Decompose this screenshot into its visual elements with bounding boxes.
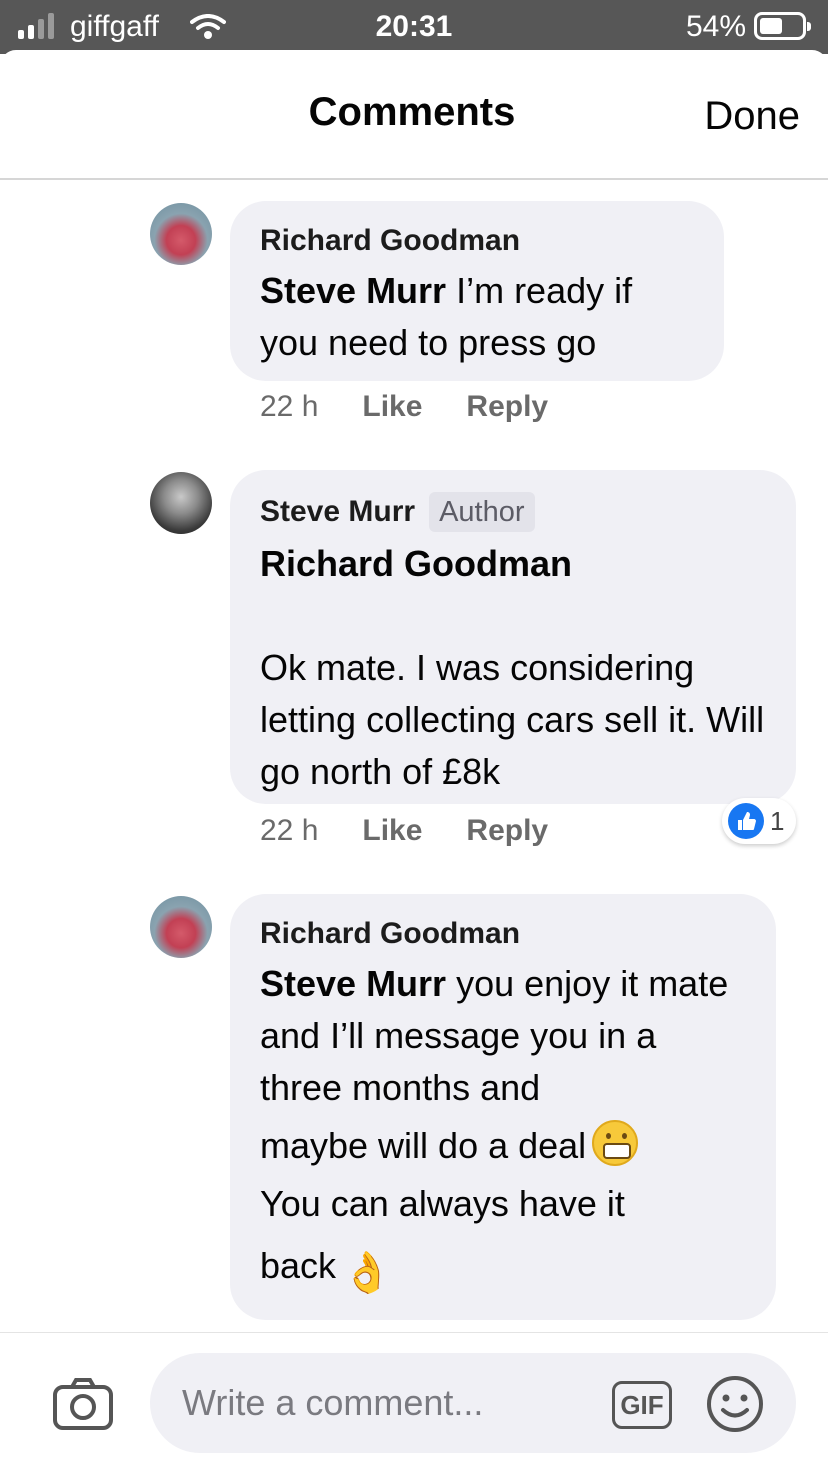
reaction-count: 1: [770, 805, 785, 836]
comment-bubble[interactable]: Steve Murr Author Richard Goodman Ok mat…: [230, 470, 796, 804]
mention-link[interactable]: Steve Murr: [260, 963, 446, 1004]
author-badge: Author: [429, 492, 535, 532]
ok-hand-emoji-icon: 👌: [342, 1251, 392, 1295]
like-button[interactable]: Like: [362, 814, 422, 848]
comment-text-line: You can always have it: [260, 1183, 625, 1224]
comment-bubble[interactable]: Richard Goodman Steve Murr I’m ready if …: [230, 201, 724, 381]
battery-percent: 54%: [685, 10, 746, 43]
avatar[interactable]: [150, 896, 212, 958]
reply-button[interactable]: Reply: [466, 814, 548, 848]
mention-link[interactable]: Steve Murr: [260, 270, 446, 311]
done-button[interactable]: Done: [704, 94, 800, 139]
comment-text: Steve Murr you enjoy it mate and I’ll me…: [260, 963, 729, 1108]
comment-composer: GIF: [0, 1332, 828, 1470]
comment-time: 22 h: [260, 814, 319, 847]
thumbs-up-icon: [728, 803, 764, 839]
comment-author[interactable]: Richard Goodman: [260, 916, 746, 952]
reaction-summary[interactable]: 1: [722, 798, 796, 844]
comment-bubble[interactable]: Richard Goodman Steve Murr you enjoy it …: [230, 894, 776, 1320]
gif-button[interactable]: GIF: [612, 1381, 672, 1429]
avatar[interactable]: [150, 203, 212, 265]
comment-mention[interactable]: Richard Goodman: [260, 538, 766, 590]
like-button[interactable]: Like: [362, 390, 422, 424]
reply-button[interactable]: Reply: [466, 390, 548, 424]
comment-meta: 22 h Like Reply: [260, 390, 548, 424]
comment-text: Ok mate. I was considering letting colle…: [260, 647, 765, 792]
avatar[interactable]: [150, 472, 212, 534]
status-bar: giffgaff 20:31 54%: [0, 0, 828, 54]
grimacing-emoji-icon: [592, 1120, 639, 1166]
comment-text: Steve Murr I’m ready if you need to pres…: [260, 270, 633, 363]
battery-icon: [754, 12, 811, 40]
comment-meta: 22 h Like Reply: [260, 814, 548, 848]
comment-time: 22 h: [260, 390, 319, 423]
camera-icon[interactable]: [52, 1377, 114, 1431]
comment-input[interactable]: [150, 1353, 796, 1453]
sheet-header: Comments Done: [0, 50, 828, 180]
comment-text-line: back 👌: [260, 1245, 392, 1295]
comment-text-line: maybe will do a deal: [260, 1120, 746, 1172]
comment-author[interactable]: Richard Goodman: [260, 223, 694, 259]
emoji-icon[interactable]: [706, 1375, 764, 1433]
comment-author[interactable]: Steve Murr Author: [260, 492, 766, 532]
